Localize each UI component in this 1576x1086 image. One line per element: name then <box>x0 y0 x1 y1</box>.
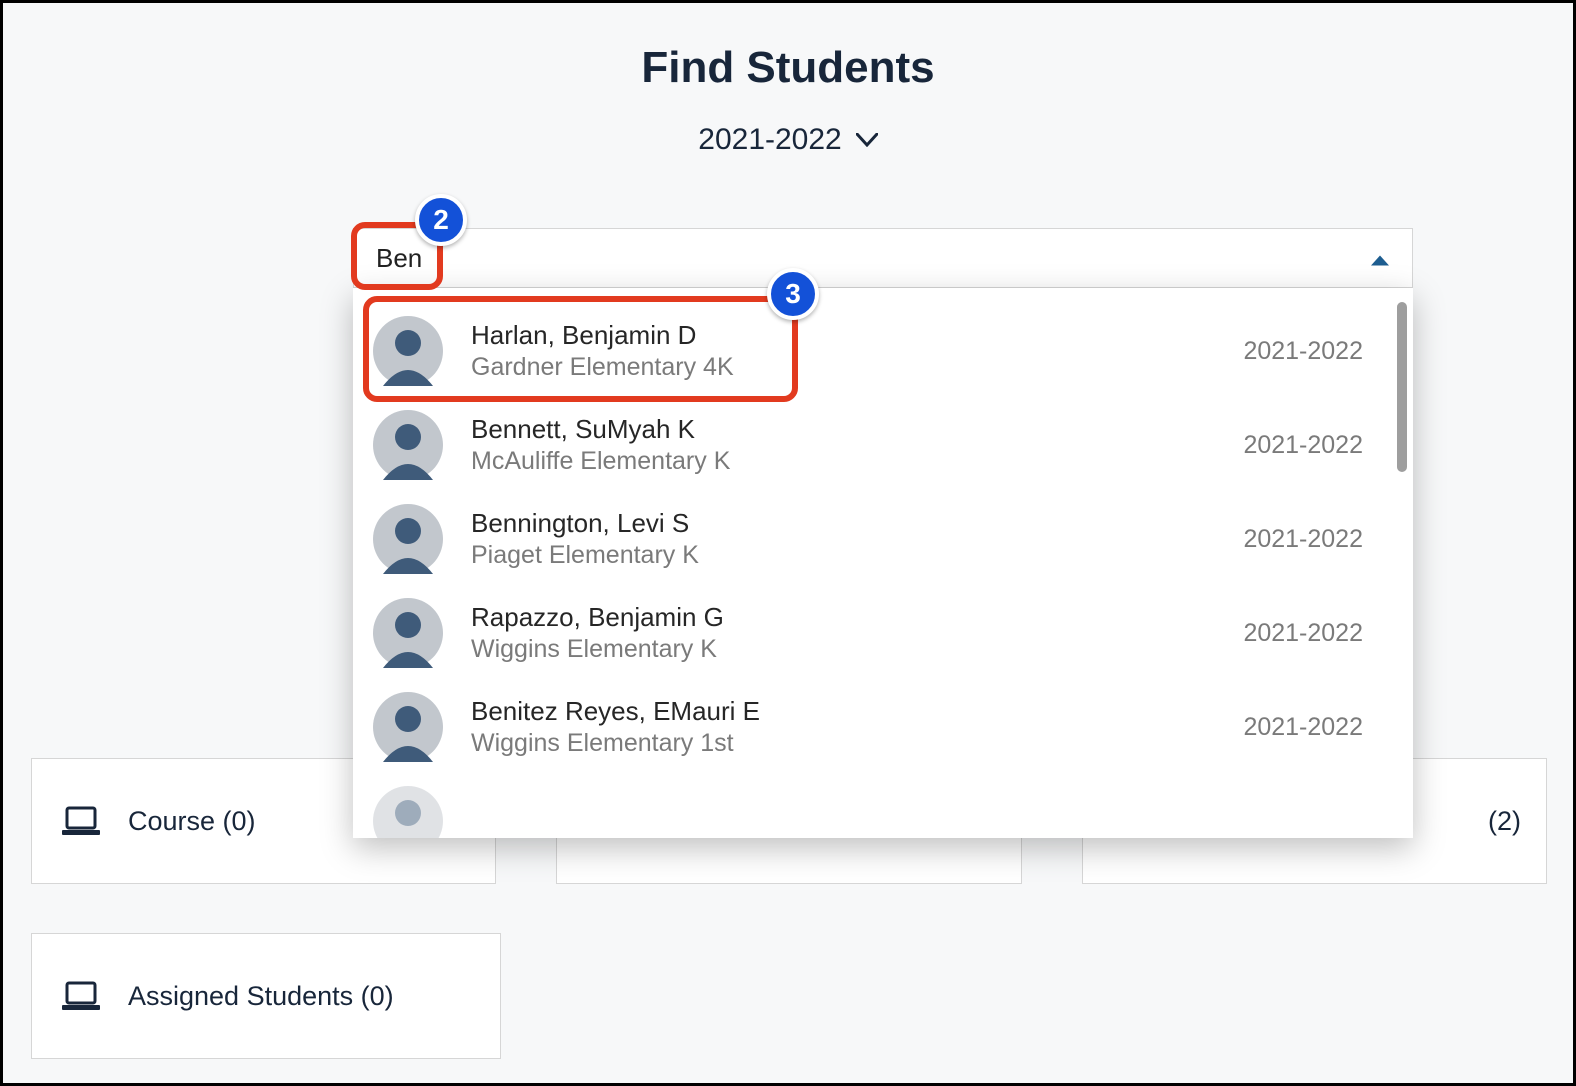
laptop-icon <box>62 806 100 836</box>
avatar-icon <box>373 316 443 386</box>
avatar-icon <box>373 504 443 574</box>
student-school: Wiggins Elementary K <box>471 634 1215 665</box>
student-result-text: Harlan, Benjamin D Gardner Elementary 4K <box>471 319 1215 383</box>
right-card-count: (2) <box>1488 806 1521 837</box>
student-result-row[interactable]: Benitez Reyes, EMauri E Wiggins Elementa… <box>353 680 1393 774</box>
student-search-combobox: Ben 2 Harlan, Benjamin D Gardner Element… <box>353 228 1413 288</box>
student-school: Piaget Elementary K <box>471 540 1215 571</box>
student-result-text: Benitez Reyes, EMauri E Wiggins Elementa… <box>471 695 1215 759</box>
student-result-text: Bennington, Levi S Piaget Elementary K <box>471 507 1215 571</box>
year-selector[interactable]: 2021-2022 <box>3 123 1573 157</box>
student-year: 2021-2022 <box>1243 619 1363 648</box>
student-result-row[interactable]: Rapazzo, Benjamin G Wiggins Elementary K… <box>353 586 1393 680</box>
avatar-icon <box>373 786 443 838</box>
student-name: Rapazzo, Benjamin G <box>471 601 1215 634</box>
laptop-icon <box>62 981 100 1011</box>
student-result-row[interactable]: Bennington, Levi S Piaget Elementary K 2… <box>353 492 1393 586</box>
course-card-label: Course (0) <box>128 806 256 837</box>
student-year: 2021-2022 <box>1243 431 1363 460</box>
search-input-value: Ben <box>376 243 422 274</box>
chevron-down-icon <box>856 127 878 153</box>
student-result-text: Rapazzo, Benjamin G Wiggins Elementary K <box>471 601 1215 665</box>
caret-up-icon <box>1370 243 1390 274</box>
search-results-dropdown: Harlan, Benjamin D Gardner Elementary 4K… <box>353 288 1413 838</box>
search-results-list: Harlan, Benjamin D Gardner Elementary 4K… <box>353 288 1393 838</box>
avatar-icon <box>373 410 443 480</box>
student-result-text: Bennett, SuMyah K McAuliffe Elementary K <box>471 413 1215 477</box>
summary-cards-row-2: Assigned Students (0) <box>31 933 501 1059</box>
callout-badge-3: 3 <box>767 268 819 320</box>
assigned-students-card[interactable]: Assigned Students (0) <box>31 933 501 1059</box>
student-result-row[interactable]: Harlan, Benjamin D Gardner Elementary 4K… <box>353 304 1393 398</box>
student-school: Gardner Elementary 4K <box>471 352 1215 383</box>
student-name: Bennington, Levi S <box>471 507 1215 540</box>
year-selector-label: 2021-2022 <box>698 123 841 157</box>
callout-badge-2: 2 <box>415 194 467 246</box>
student-result-row[interactable]: Bennett, SuMyah K McAuliffe Elementary K… <box>353 398 1393 492</box>
app-frame: Find Students 2021-2022 Ben 2 Harlan, <box>0 0 1576 1086</box>
student-result-row[interactable] <box>353 774 1393 838</box>
avatar-icon <box>373 692 443 762</box>
page-title: Find Students <box>3 43 1573 93</box>
student-name: Benitez Reyes, EMauri E <box>471 695 1215 728</box>
student-school: McAuliffe Elementary K <box>471 446 1215 477</box>
assigned-students-label: Assigned Students (0) <box>128 981 394 1012</box>
scrollbar[interactable] <box>1397 302 1407 472</box>
student-name: Harlan, Benjamin D <box>471 319 1215 352</box>
student-year: 2021-2022 <box>1243 525 1363 554</box>
student-school: Wiggins Elementary 1st <box>471 728 1215 759</box>
search-input[interactable]: Ben <box>353 228 1413 288</box>
avatar-icon <box>373 598 443 668</box>
student-name: Bennett, SuMyah K <box>471 413 1215 446</box>
student-year: 2021-2022 <box>1243 337 1363 366</box>
student-year: 2021-2022 <box>1243 713 1363 742</box>
